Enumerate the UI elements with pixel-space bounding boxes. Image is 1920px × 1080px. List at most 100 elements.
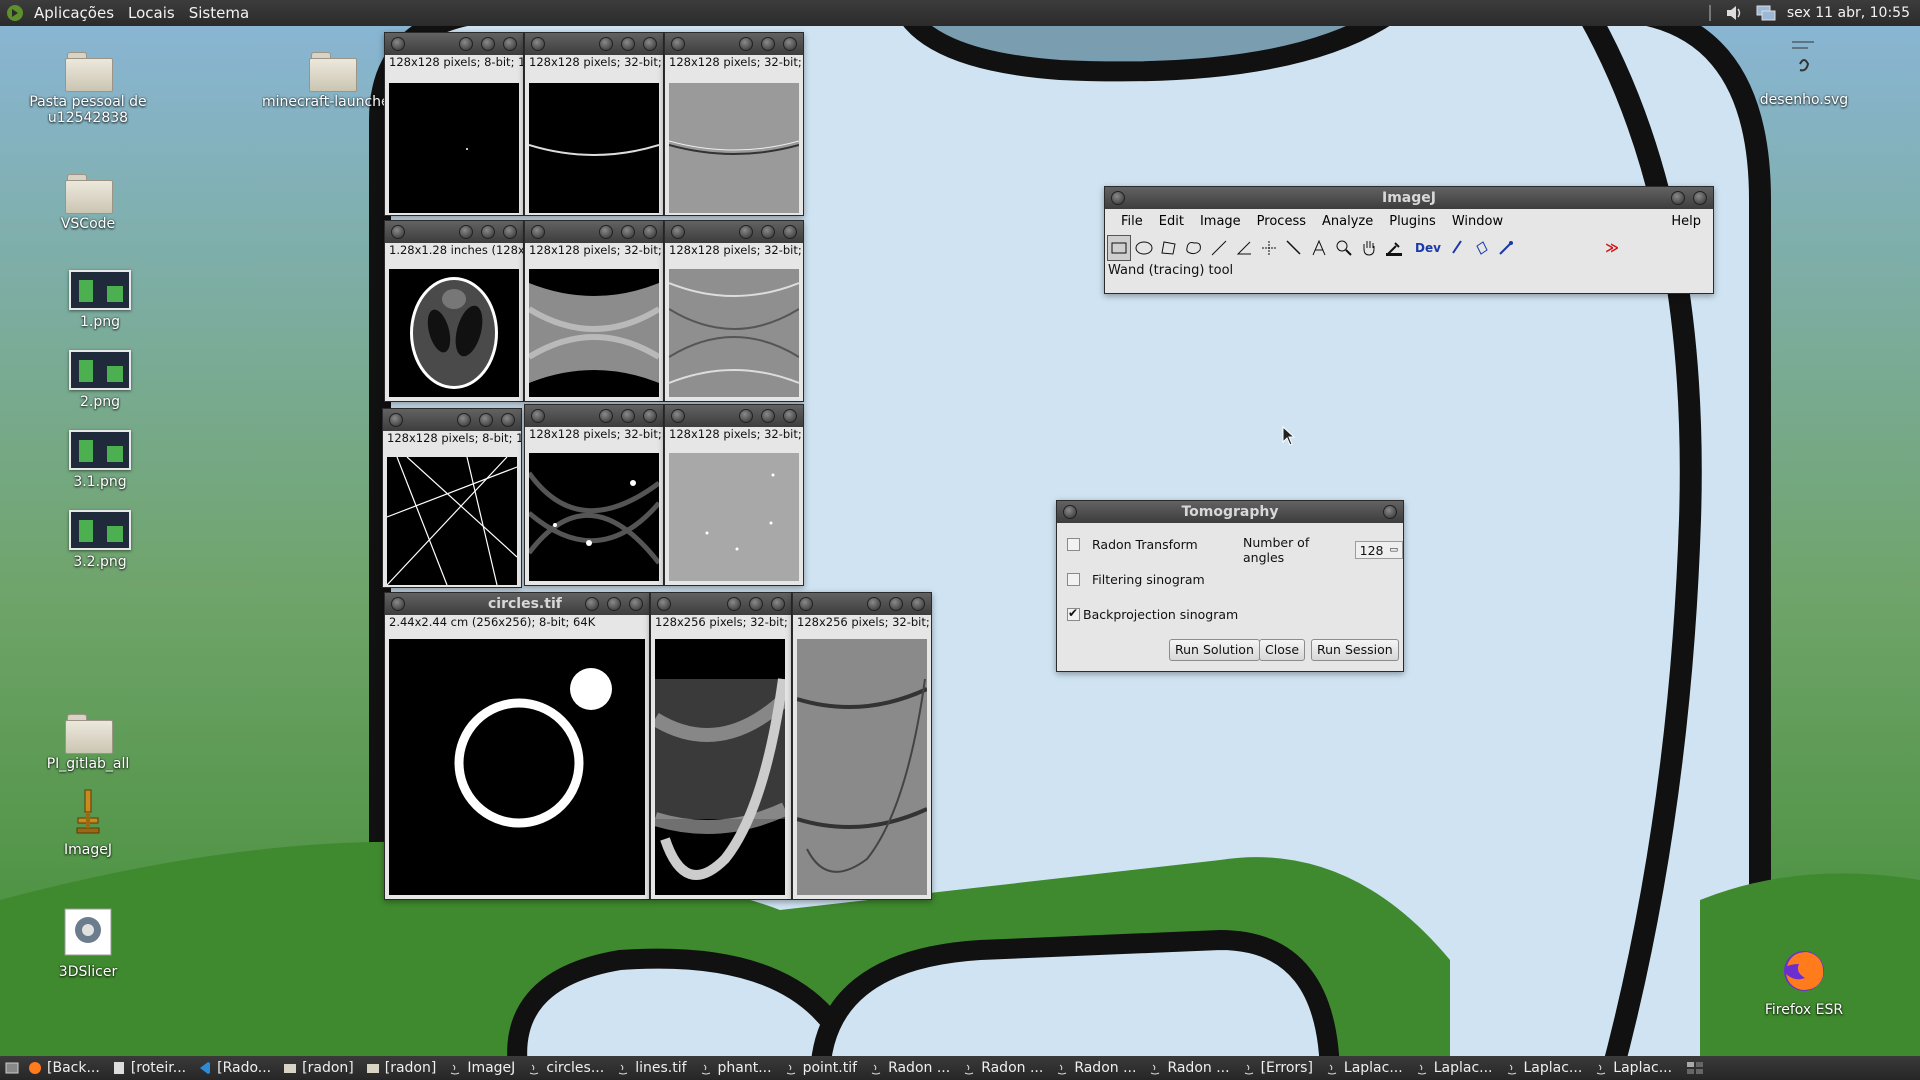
close-dialog-button[interactable]: Close [1259,639,1306,661]
menu-window[interactable]: Window [1444,214,1511,229]
close-button[interactable] [1693,191,1707,205]
pipette-icon[interactable] [1494,235,1518,261]
image-window-lines[interactable]: 128x128 pixels; 8-bit; 16 [382,408,522,588]
close-button[interactable] [771,597,785,611]
window-titlebar[interactable] [383,409,521,431]
menu-places[interactable]: Locais [124,4,185,22]
desktop-icon-3dslicer[interactable]: 3DSlicer [28,908,148,980]
image-window-point-filtered[interactable]: 128x128 pixels; 32-bit; 6 [664,32,804,216]
close-button[interactable] [1383,505,1397,519]
task-item[interactable]: lines.tif [612,1056,694,1080]
show-desktop-icon[interactable] [4,1060,20,1076]
window-titlebar[interactable] [525,33,663,55]
task-item[interactable]: Laplac... [1321,1056,1411,1080]
maximize-button[interactable] [889,597,903,611]
minimize-button[interactable] [1671,191,1685,205]
image-window-point[interactable]: 128x128 pixels; 8-bit; 16 [384,32,524,216]
hand-tool-icon[interactable] [1357,235,1381,261]
image-canvas[interactable] [389,83,519,213]
image-canvas[interactable] [669,269,799,397]
window-titlebar[interactable]: ImageJ [1105,187,1713,209]
desktop-icon-vscode[interactable]: VSCode [28,174,148,232]
image-window-circles-filtered[interactable]: 128x256 pixels; 32-bit; 1 [792,592,932,900]
minimize-button[interactable] [459,37,473,51]
task-item[interactable]: Radon ... [865,1056,958,1080]
window-menu-button[interactable] [671,225,685,239]
window-titlebar[interactable] [665,405,803,427]
close-button[interactable] [643,409,657,423]
imagej-window[interactable]: ImageJ File Edit Image Process Analyze P… [1104,186,1714,294]
run-solution-button[interactable]: Run Solution [1169,639,1260,661]
task-item[interactable]: Laplac... [1411,1056,1501,1080]
menu-file[interactable]: File [1113,214,1151,229]
window-titlebar[interactable] [665,221,803,243]
window-titlebar[interactable]: Tomography [1057,501,1403,523]
desktop-icon-desenho[interactable]: desenho.svg [1744,38,1864,108]
close-button[interactable] [911,597,925,611]
image-canvas[interactable] [389,639,645,895]
task-item[interactable]: [Rado... [194,1056,279,1080]
window-titlebar[interactable] [651,593,791,615]
menu-analyze[interactable]: Analyze [1314,214,1381,229]
minimize-button[interactable] [867,597,881,611]
window-menu-button[interactable] [671,409,685,423]
minimize-button[interactable] [585,597,599,611]
maximize-button[interactable] [607,597,621,611]
minimize-button[interactable] [457,413,471,427]
network-icon[interactable] [1755,4,1777,22]
backprojection-checkbox[interactable] [1067,606,1080,621]
image-window-phantom-filtered[interactable]: 128x128 pixels; 32-bit; 6 [664,220,804,402]
close-button[interactable] [643,37,657,51]
close-button[interactable] [503,37,517,51]
rectangle-tool-icon[interactable] [1107,235,1131,261]
window-menu-button[interactable] [389,413,403,427]
task-item[interactable]: [Back... [24,1056,108,1080]
window-menu-button[interactable] [671,37,685,51]
menu-process[interactable]: Process [1249,214,1314,229]
maximize-button[interactable] [481,225,495,239]
window-menu-button[interactable] [1111,191,1125,205]
radon-transform-checkbox[interactable] [1067,538,1080,551]
maximize-button[interactable] [761,225,775,239]
maximize-button[interactable] [621,225,635,239]
image-canvas[interactable] [529,453,659,581]
run-session-button[interactable]: Run Session [1311,639,1399,661]
maximize-button[interactable] [761,409,775,423]
window-menu-button[interactable] [531,409,545,423]
image-canvas[interactable] [669,453,799,581]
empty-tool-slot[interactable] [1519,235,1545,261]
image-window-phantom[interactable]: 1.28x1.28 inches (128x1 [384,220,524,402]
task-item[interactable]: point.tif [780,1056,865,1080]
volume-icon[interactable] [1725,4,1745,22]
window-menu-button[interactable] [1063,505,1077,519]
wand-tool-icon[interactable] [1282,235,1306,261]
task-item[interactable]: [radon] [362,1056,445,1080]
zoom-tool-icon[interactable] [1332,235,1356,261]
task-item[interactable]: ImageJ [444,1056,523,1080]
desktop-icon-1png[interactable]: 1.png [40,270,160,330]
menu-plugins[interactable]: Plugins [1381,214,1444,229]
desktop-icon-pi-gitlab[interactable]: PI_gitlab_all [28,714,148,772]
minimize-button[interactable] [459,225,473,239]
task-item[interactable]: circles... [523,1056,612,1080]
minimize-button[interactable] [599,37,613,51]
menu-image[interactable]: Image [1192,214,1249,229]
task-item[interactable]: Radon ... [1051,1056,1144,1080]
maximize-button[interactable] [749,597,763,611]
image-canvas[interactable] [669,83,799,213]
dev-menu-button[interactable]: Dev [1413,235,1443,261]
task-item[interactable]: [radon] [279,1056,362,1080]
maximize-button[interactable] [479,413,493,427]
text-tool-icon[interactable] [1307,235,1331,261]
window-titlebar[interactable]: circles.tif [385,593,649,615]
desktop-icon-31png[interactable]: 3.1.png [40,430,160,490]
desktop-icon-32png[interactable]: 3.2.png [40,510,160,570]
minimize-button[interactable] [599,409,613,423]
window-titlebar[interactable] [525,221,663,243]
desktop-icon-2png[interactable]: 2.png [40,350,160,410]
menu-system[interactable]: Sistema [185,4,259,22]
window-menu-button[interactable] [391,225,405,239]
menu-applications[interactable]: Aplicações [30,4,124,22]
minimize-button[interactable] [739,37,753,51]
task-item[interactable]: [Errors] [1238,1056,1321,1080]
